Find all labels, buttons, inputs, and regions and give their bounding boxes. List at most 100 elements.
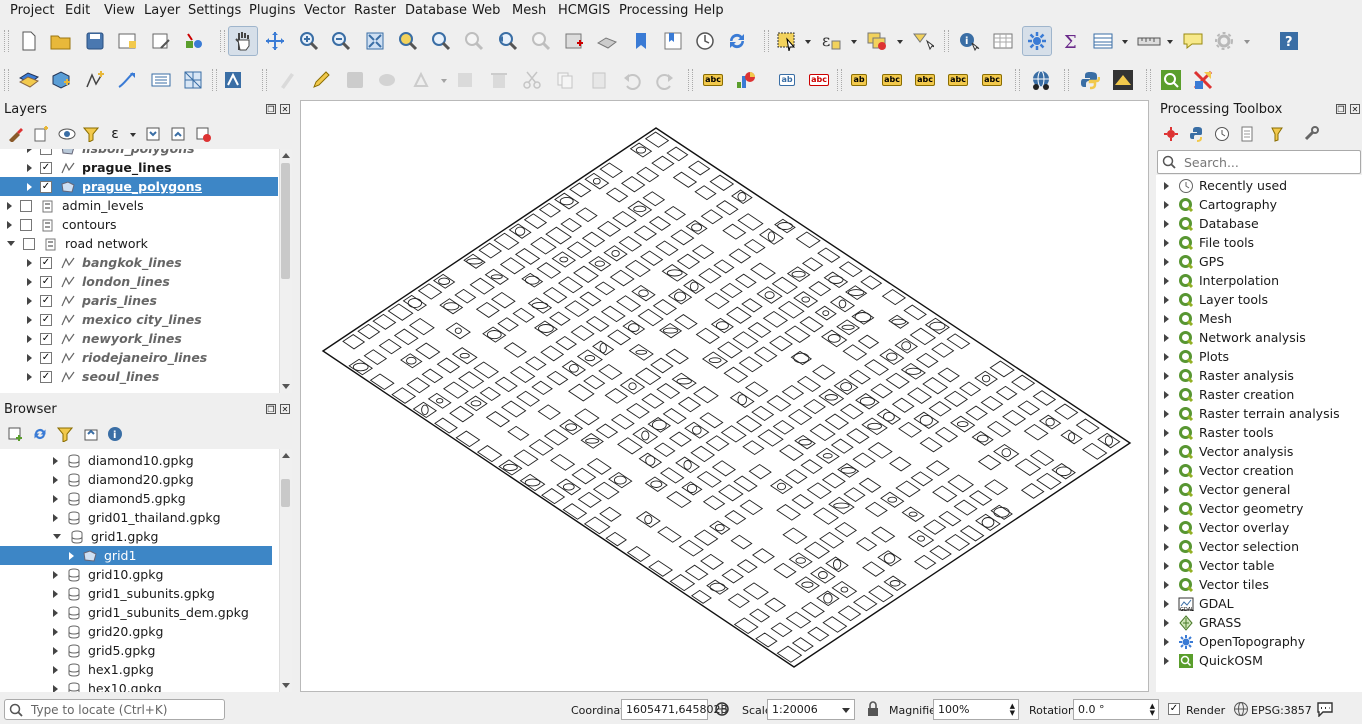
scroll-thumb[interactable] (281, 163, 290, 279)
undo-icon[interactable] (619, 68, 645, 92)
chevron-right-icon[interactable] (1164, 390, 1169, 399)
browser-item[interactable]: hex1.gpkg (0, 660, 272, 679)
chevron-right-icon[interactable] (1164, 219, 1169, 228)
chevron-right-icon[interactable] (1164, 428, 1169, 437)
plugin-tools-icon[interactable] (1190, 68, 1216, 92)
chevron-right-icon[interactable] (53, 494, 58, 503)
chevron-right-icon[interactable] (1164, 466, 1169, 475)
toolbar-handle[interactable] (1146, 69, 1151, 91)
results-viewer-icon[interactable] (1238, 125, 1256, 143)
chevron-down-icon[interactable] (851, 40, 857, 44)
save-edits-icon[interactable] (342, 68, 368, 92)
toggle-editing-icon[interactable] (308, 68, 334, 92)
current-edits-icon[interactable] (275, 68, 301, 92)
open-project-icon[interactable] (48, 29, 74, 53)
chevron-right-icon[interactable] (1164, 637, 1169, 646)
menu-plugins[interactable]: Plugins (245, 2, 300, 19)
chevron-right-icon[interactable] (1164, 371, 1169, 380)
add-feature-icon[interactable] (375, 68, 401, 92)
statistics-sum-icon[interactable]: Σ (1058, 29, 1084, 53)
spin-arrows-icon[interactable]: ▲ ▼ (1150, 703, 1155, 717)
toolbox-group[interactable]: Interpolation (1156, 271, 1279, 290)
scroll-up-icon[interactable] (282, 153, 290, 158)
new-project-icon[interactable] (16, 29, 42, 53)
toolbox-group[interactable]: Raster analysis (1156, 366, 1294, 385)
menu-view[interactable]: View (100, 2, 139, 19)
layer-visibility-checkbox[interactable]: ✓ (40, 275, 52, 288)
chevron-right-icon[interactable] (7, 201, 12, 210)
zoom-out-icon[interactable] (328, 29, 354, 53)
menu-database[interactable]: Database (401, 2, 471, 19)
chevron-right-icon[interactable] (69, 551, 74, 560)
zoom-in-icon[interactable] (296, 29, 322, 53)
zoom-full-icon[interactable] (362, 29, 388, 53)
browser-item[interactable]: diamond10.gpkg (0, 451, 272, 470)
layer-visibility-checkbox[interactable]: ✓ (40, 161, 52, 174)
toolbox-group[interactable]: GDAL GDAL (1156, 594, 1234, 613)
chevron-right-icon[interactable] (27, 296, 32, 305)
browser-item[interactable]: grid01_thailand.gpkg (0, 508, 272, 527)
toolbar-handle[interactable] (944, 30, 949, 52)
chevron-right-icon[interactable] (53, 627, 58, 636)
new-temporary-layer-icon[interactable] (114, 68, 140, 92)
rotation-spinbox[interactable]: 0.0 ° ▲ ▼ (1073, 699, 1159, 720)
hcmgis-icon[interactable] (1110, 68, 1136, 92)
chevron-right-icon[interactable] (1164, 542, 1169, 551)
browser-item[interactable]: grid5.gpkg (0, 641, 272, 660)
chevron-down-icon[interactable] (441, 79, 447, 83)
magnifier-spinbox[interactable]: 100% ▲ ▼ (933, 699, 1019, 720)
render-checkbox[interactable]: ✓ (1168, 703, 1180, 715)
chevron-right-icon[interactable] (1164, 333, 1169, 342)
remove-layer-icon[interactable] (194, 125, 212, 143)
browser-item[interactable]: hex10.gpkg (0, 679, 272, 692)
chevron-right-icon[interactable] (7, 220, 12, 229)
filter-browser-icon[interactable] (56, 425, 74, 443)
chevron-right-icon[interactable] (53, 684, 58, 692)
menu-settings[interactable]: Settings (184, 2, 245, 19)
chevron-right-icon[interactable] (53, 513, 58, 522)
chevron-right-icon[interactable] (1164, 352, 1169, 361)
attribute-table-icon[interactable] (990, 29, 1016, 53)
select-features-icon[interactable] (774, 29, 800, 53)
toolbox-group[interactable]: Layer tools (1156, 290, 1268, 309)
chevron-right-icon[interactable] (1164, 314, 1169, 323)
toolbar-handle[interactable] (4, 69, 9, 91)
chevron-right-icon[interactable] (53, 570, 58, 579)
toggle-extents-icon[interactable] (714, 701, 730, 720)
pan-to-selection-icon[interactable] (262, 29, 288, 53)
chevron-right-icon[interactable] (1164, 561, 1169, 570)
paste-features-icon[interactable] (586, 68, 612, 92)
layer-visibility-checkbox[interactable] (20, 199, 32, 212)
chevron-down-icon[interactable] (1167, 40, 1173, 44)
open-table-icon[interactable] (1090, 29, 1116, 53)
new-line-layer-icon[interactable] (82, 68, 108, 92)
toolbox-group[interactable]: Vector geometry (1156, 499, 1303, 518)
identify-features-icon[interactable]: i (956, 29, 982, 53)
chevron-right-icon[interactable] (53, 589, 58, 598)
filter-expression-icon[interactable]: ε (106, 125, 124, 143)
close-panel-icon[interactable]: ✕ (280, 104, 290, 114)
browser-item[interactable]: grid1 (0, 546, 272, 565)
layer-visibility-checkbox[interactable] (20, 218, 32, 231)
crs-label[interactable]: EPSG:3857 (1251, 704, 1312, 717)
delete-selected-icon[interactable] (486, 68, 512, 92)
coordinate-field[interactable]: 1605471,6458028 (621, 699, 727, 720)
redo-icon[interactable] (652, 68, 678, 92)
options-wrench-icon[interactable] (1302, 125, 1320, 143)
map-canvas[interactable] (300, 100, 1149, 692)
toolbar-handle[interactable] (837, 69, 842, 91)
toolbar-handle[interactable] (688, 69, 693, 91)
chevron-down-icon[interactable] (897, 40, 903, 44)
toolbox-group[interactable]: Vector table (1156, 556, 1274, 575)
chevron-right-icon[interactable] (27, 277, 32, 286)
menu-help[interactable]: Help (690, 2, 728, 19)
new-geopackage-icon[interactable] (48, 68, 74, 92)
move-label-icon[interactable]: abc (912, 68, 938, 92)
style-manager-icon[interactable] (181, 29, 207, 53)
chevron-down-icon[interactable] (53, 534, 61, 539)
show-unplaced-labels-icon[interactable]: abc (806, 68, 832, 92)
map-tips-icon[interactable] (1180, 29, 1206, 53)
float-panel-icon[interactable]: ❐ (266, 104, 276, 114)
crs-globe-icon[interactable] (1233, 701, 1249, 720)
chevron-right-icon[interactable] (1164, 580, 1169, 589)
